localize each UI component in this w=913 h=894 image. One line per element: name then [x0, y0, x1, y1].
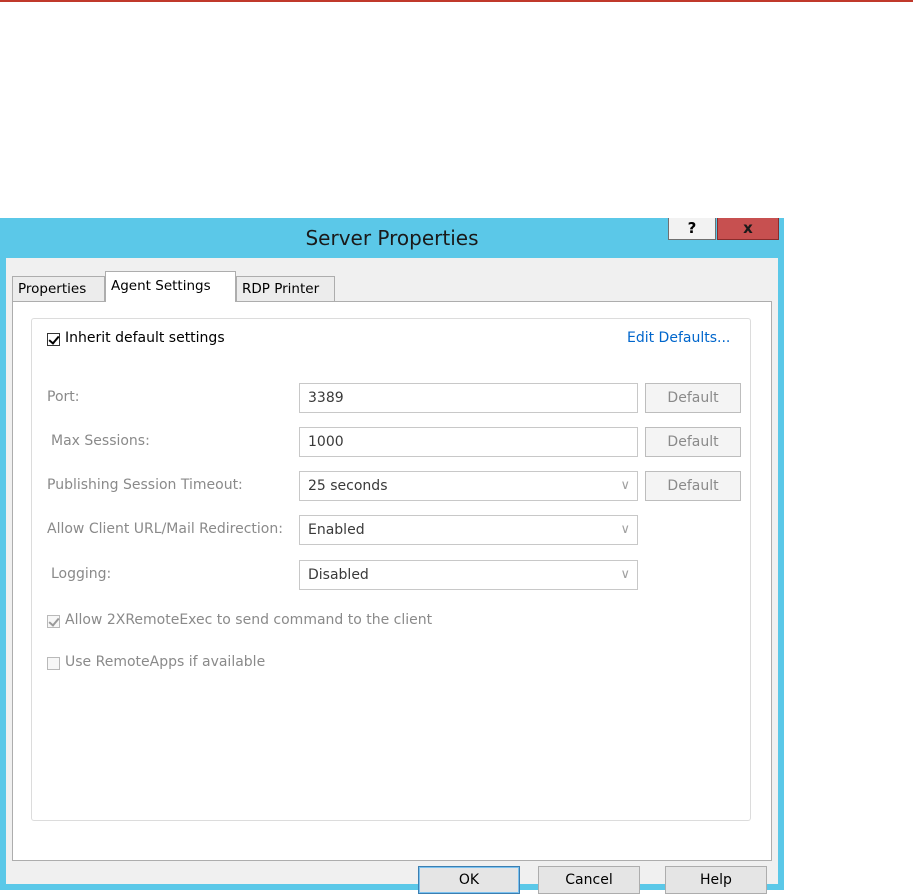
chevron-down-icon: ∨	[620, 478, 630, 493]
server-properties-dialog: Server Properties ? x Properties Agent S…	[0, 218, 784, 894]
publishing-timeout-dropdown[interactable]: 25 seconds ∨	[299, 471, 638, 501]
max-sessions-input[interactable]: 1000	[299, 427, 638, 457]
help-title-button[interactable]: ?	[668, 218, 716, 240]
ok-button[interactable]: OK	[418, 866, 520, 894]
publishing-timeout-label: Publishing Session Timeout:	[47, 477, 243, 493]
inherit-default-checkbox[interactable]	[47, 333, 60, 346]
chevron-down-icon: ∨	[620, 522, 630, 537]
url-redirection-value: Enabled	[308, 522, 365, 538]
top-accent-line	[0, 0, 913, 2]
use-remote-apps-checkbox[interactable]	[47, 657, 60, 670]
close-button[interactable]: x	[717, 218, 779, 240]
allow-remote-exec-label: Allow 2XRemoteExec to send command to th…	[65, 612, 433, 628]
allow-remote-exec-checkbox[interactable]	[47, 615, 60, 628]
url-redirection-dropdown[interactable]: Enabled ∨	[299, 515, 638, 545]
edit-defaults-link[interactable]: Edit Defaults...	[627, 330, 730, 346]
logging-label: Logging:	[51, 566, 112, 582]
agent-settings-panel: Inherit default settings Edit Defaults..…	[12, 301, 772, 861]
help-button[interactable]: Help	[665, 866, 767, 894]
logging-dropdown[interactable]: Disabled ∨	[299, 560, 638, 590]
inherit-default-label: Inherit default settings	[65, 330, 225, 346]
url-redirection-label: Allow Client URL/Mail Redirection:	[47, 521, 283, 537]
port-default-button[interactable]: Default	[645, 383, 741, 413]
logging-value: Disabled	[308, 567, 369, 583]
window-title: Server Properties	[305, 226, 479, 250]
max-sessions-default-button[interactable]: Default	[645, 427, 741, 457]
chevron-down-icon: ∨	[620, 567, 630, 582]
dialog-client-area: Properties Agent Settings RDP Printer In…	[6, 258, 778, 894]
tab-rdp-printer[interactable]: RDP Printer	[236, 276, 335, 301]
cancel-button[interactable]: Cancel	[538, 866, 640, 894]
tab-agent-settings[interactable]: Agent Settings	[105, 271, 236, 302]
use-remote-apps-label: Use RemoteApps if available	[65, 654, 266, 670]
max-sessions-label: Max Sessions:	[51, 433, 150, 449]
port-input[interactable]: 3389	[299, 383, 638, 413]
title-bar[interactable]: Server Properties ? x	[0, 218, 784, 258]
publishing-timeout-value: 25 seconds	[308, 478, 388, 494]
tab-properties[interactable]: Properties	[12, 276, 105, 301]
port-label: Port:	[47, 389, 80, 405]
publishing-timeout-default-button[interactable]: Default	[645, 471, 741, 501]
